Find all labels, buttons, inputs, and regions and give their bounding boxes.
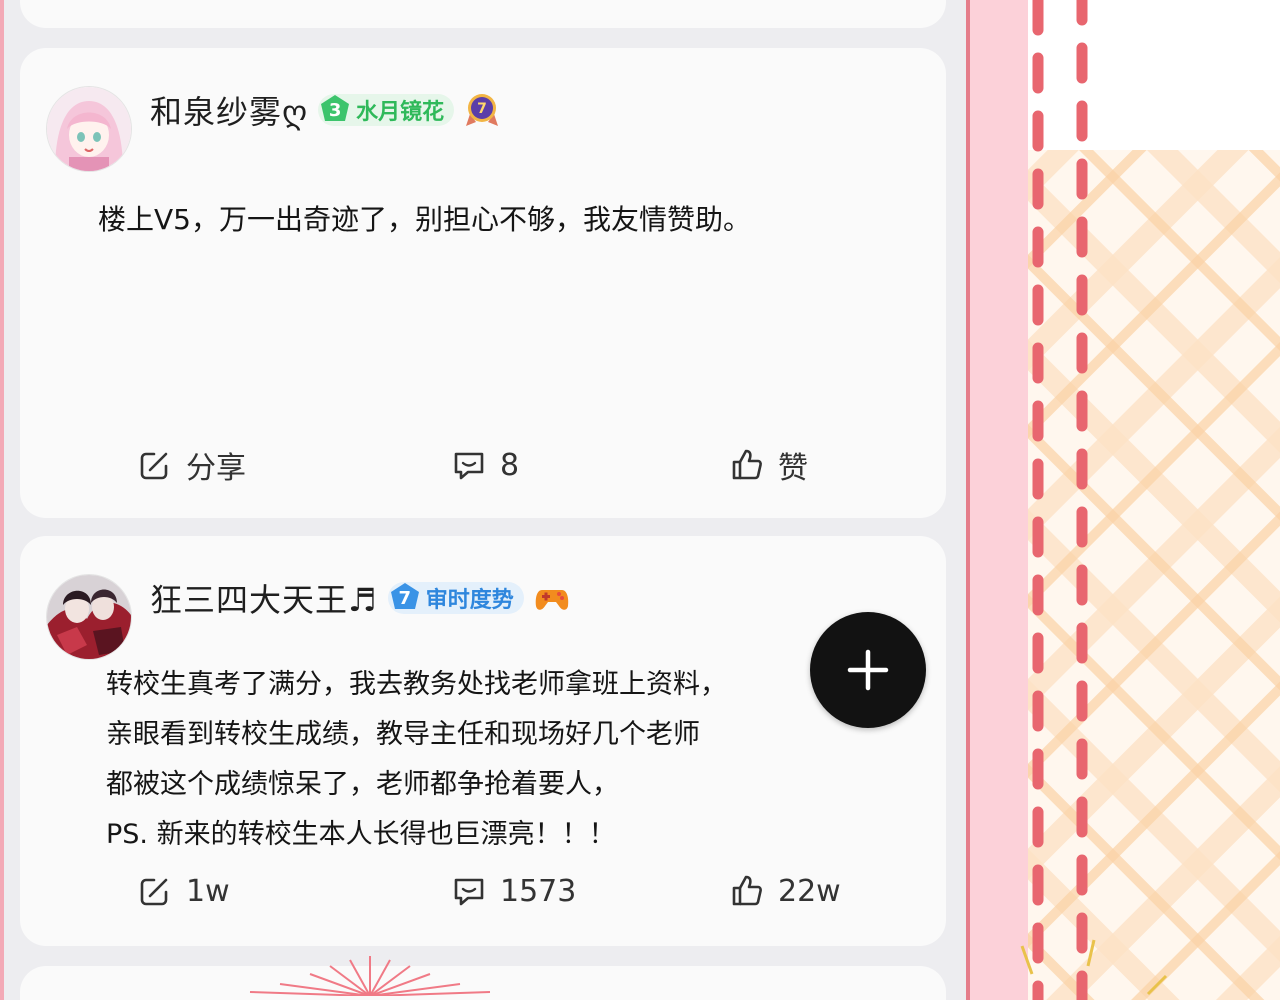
plus-icon [847, 649, 889, 691]
username[interactable]: 和泉纱雾ღ [150, 87, 308, 133]
comment-text-line: PS. 新来的转校生本人长得也巨漂亮！！！ [106, 819, 616, 850]
like-button[interactable]: 22w [728, 866, 841, 916]
user-avatar[interactable] [46, 574, 132, 660]
level-gem-icon: 7 [388, 581, 422, 615]
comment-text: 楼上V5，万一出奇迹了，别担心不够，我友情赞助。 [98, 203, 751, 236]
level-badge: 3 水月镜花 [318, 93, 455, 127]
username[interactable]: 狂三四大天王♬ [150, 575, 378, 621]
thumbs-up-icon [732, 875, 762, 906]
add-comment-fab[interactable] [810, 612, 926, 728]
user-info-row: 和泉纱雾ღ 3 水月镜花 7 [150, 86, 500, 134]
comment-feed[interactable]: 和泉纱雾ღ 3 水月镜花 7 楼上V5，万一出奇迹了，别担心不够，我友情赞助。 [0, 0, 966, 1000]
user-info-row: 狂三四大天王♬ 7 审时度势 [150, 574, 570, 622]
thumbs-up-icon [732, 449, 762, 480]
comment-card[interactable]: 狂三四大天王♬ 7 审时度势 转校生真考了满分，我去教务处找老师拿班上资料， 亲… [20, 536, 946, 946]
comment-icon [454, 878, 484, 906]
level-number: 3 [328, 99, 342, 121]
next-comment-card [20, 956, 946, 1000]
dashed-stitch-decoration [1020, 0, 1168, 1000]
comment-count: 8 [500, 447, 520, 483]
like-count: 22w [778, 873, 841, 909]
comment-card[interactable]: 和泉纱雾ღ 3 水月镜花 7 楼上V5，万一出奇迹了，别担心不够，我友情赞助。 [20, 48, 946, 518]
level-badge: 7 审时度势 [387, 581, 524, 615]
like-label: 赞 [778, 451, 808, 486]
comment-text: 转校生真考了满分，我去教务处找老师拿班上资料， 亲眼看到转校生成绩，教导主任和现… [106, 660, 806, 860]
user-avatar[interactable] [46, 86, 132, 172]
comment-text-line: 都被这个成绩惊呆了，老师都争抢着要人， [106, 769, 619, 800]
level-title: 水月镜花 [356, 100, 445, 125]
manga-panel-border [966, 0, 1280, 1000]
action-bar: 1w 1573 22w [20, 866, 946, 916]
action-bar: 分享 8 赞 [20, 440, 946, 490]
like-button[interactable]: 赞 [728, 440, 808, 490]
comment-icon [454, 452, 484, 480]
purple-medal-icon: 7 [464, 92, 500, 128]
share-icon [140, 878, 168, 906]
level-number: 7 [398, 587, 411, 609]
comment-button[interactable]: 8 [450, 440, 519, 490]
share-button[interactable]: 1w [136, 866, 230, 916]
share-label: 分享 [186, 451, 246, 486]
svg-text:7: 7 [477, 101, 487, 117]
share-count: 1w [186, 873, 230, 909]
level-title: 审时度势 [425, 588, 514, 613]
share-button[interactable]: 分享 [136, 440, 246, 490]
comment-count: 1573 [500, 873, 577, 909]
share-icon [140, 452, 168, 480]
comment-text-line: 转校生真考了满分，我去教务处找老师拿班上资料， [106, 669, 727, 700]
burst-lines-decoration [249, 956, 491, 996]
comment-button[interactable]: 1573 [450, 866, 576, 916]
previous-comment-card [20, 0, 946, 28]
comment-text-line: 亲眼看到转校生成绩，教导主任和现场好几个老师 [106, 719, 700, 750]
gamepad-icon [534, 580, 570, 616]
level-gem-icon: 3 [318, 93, 352, 127]
